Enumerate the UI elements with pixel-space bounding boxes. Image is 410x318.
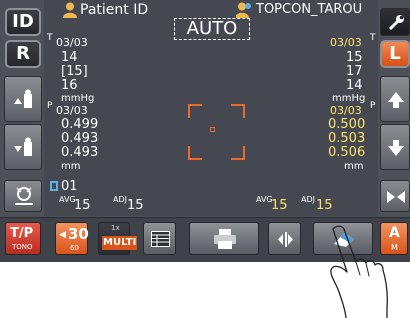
adj-label-right: ADJ bbox=[301, 195, 315, 204]
left-eye-button[interactable]: L bbox=[380, 40, 410, 68]
tono-reading-right-3: 14 bbox=[346, 78, 363, 93]
print-button[interactable] bbox=[189, 222, 259, 255]
move-head-down-left-button[interactable] bbox=[4, 124, 42, 170]
chinrest-adjust-icon bbox=[386, 189, 406, 205]
wrench-icon bbox=[387, 14, 405, 32]
sixty-label: 60 bbox=[70, 244, 79, 252]
pachy-reading-left-1: 0.499 bbox=[61, 117, 99, 132]
pachy-unit-left: mm bbox=[61, 161, 81, 172]
chinrest-button[interactable] bbox=[4, 180, 42, 212]
up-arrow-icon bbox=[387, 91, 405, 109]
adj-label-left: ADJ bbox=[113, 195, 127, 204]
adj-value-left: 15 bbox=[127, 198, 144, 213]
pachy-unit-right: mm bbox=[344, 161, 364, 172]
id-button[interactable]: ID bbox=[5, 8, 41, 36]
thirty-sixty-button[interactable]: 30 ◀ 60 bbox=[55, 222, 89, 255]
auto-mode-indicator[interactable]: AUTO bbox=[174, 18, 250, 40]
tono-marker-left: T bbox=[47, 33, 53, 43]
tono-reading-right-2: 17 bbox=[346, 64, 363, 79]
pachy-reading-left-3: 0.493 bbox=[61, 145, 99, 160]
chinrest-side-button[interactable] bbox=[380, 180, 410, 212]
tono-reading-left-1: 14 bbox=[61, 50, 78, 65]
pachy-marker-right: P bbox=[370, 101, 376, 111]
multi-count-label: 1x bbox=[111, 224, 120, 232]
down-arrow-icon bbox=[387, 139, 405, 157]
chinrest-icon bbox=[13, 186, 35, 206]
avg-value-left: 15 bbox=[74, 198, 91, 213]
pachy-reading-right-3: 0.506 bbox=[328, 145, 366, 160]
tono-reading-left-3: 16 bbox=[61, 78, 78, 93]
move-head-up-left-button[interactable] bbox=[4, 76, 42, 122]
tono-unit-left: mmHg bbox=[61, 93, 95, 104]
tono-count-left: 03/03 bbox=[56, 36, 88, 49]
record-number: 01 bbox=[61, 179, 78, 194]
list-view-button[interactable] bbox=[143, 222, 176, 255]
patient-name: TOPCON_TAROU bbox=[256, 2, 363, 17]
move-up-right-button[interactable] bbox=[380, 76, 410, 122]
thirty-label: 30 bbox=[68, 225, 89, 243]
device-screen: ID R L Patient ID TOPCON_TAROU AUTO T 03… bbox=[0, 0, 410, 262]
head-up-icon bbox=[12, 89, 36, 111]
adj-value-right: 15 bbox=[316, 198, 333, 213]
tono-reading-right-1: 15 bbox=[346, 50, 363, 65]
tono-reading-left-2: [15] bbox=[61, 64, 88, 79]
pachy-reading-left-2: 0.493 bbox=[61, 131, 99, 146]
avg-value-right: 15 bbox=[271, 198, 288, 213]
pachy-count-right: 03/03 bbox=[330, 104, 362, 117]
pachy-count-left: 03/03 bbox=[56, 104, 88, 117]
split-arrow-icon bbox=[276, 231, 295, 248]
settings-button[interactable] bbox=[380, 8, 410, 36]
tono-count-right: 03/03 bbox=[330, 36, 362, 49]
clear-data-button[interactable] bbox=[313, 222, 373, 255]
measurement-display: Patient ID TOPCON_TAROU AUTO T 03/03 14 … bbox=[44, 0, 378, 216]
pachy-reading-right-2: 0.503 bbox=[328, 131, 366, 146]
manual-label: M bbox=[391, 243, 398, 252]
chinrest-toggle-button[interactable] bbox=[268, 222, 301, 255]
pachy-reading-right-1: 0.500 bbox=[328, 117, 366, 132]
tp-tono-button[interactable]: T/P TONO bbox=[5, 222, 41, 255]
patient-id-label: Patient ID bbox=[80, 2, 149, 18]
record-icon bbox=[49, 180, 59, 192]
tp-label: T/P bbox=[10, 226, 34, 241]
printer-icon bbox=[214, 229, 236, 249]
tono-marker-right: T bbox=[370, 33, 376, 43]
person-icon bbox=[63, 2, 77, 18]
bottom-toolbar: T/P TONO 30 ◀ 60 1x MULTI A M bbox=[0, 217, 410, 262]
right-eye-button[interactable]: R bbox=[5, 40, 41, 68]
multi-button[interactable]: 1x MULTI bbox=[98, 222, 138, 255]
patient-person-icon bbox=[236, 2, 252, 18]
multi-label: MULTI bbox=[102, 236, 138, 250]
pachy-marker-left: P bbox=[47, 101, 53, 111]
auto-manual-button[interactable]: A M bbox=[380, 222, 408, 255]
thirty-arrow-icon: ◀ bbox=[59, 230, 66, 240]
auto-label: A bbox=[389, 225, 400, 241]
tp-sub-label: TONO bbox=[12, 243, 33, 251]
head-down-icon bbox=[12, 137, 36, 159]
eraser-icon bbox=[332, 230, 356, 248]
tono-unit-right: mmHg bbox=[332, 93, 366, 104]
move-down-right-button[interactable] bbox=[380, 124, 410, 170]
table-icon bbox=[151, 231, 170, 247]
